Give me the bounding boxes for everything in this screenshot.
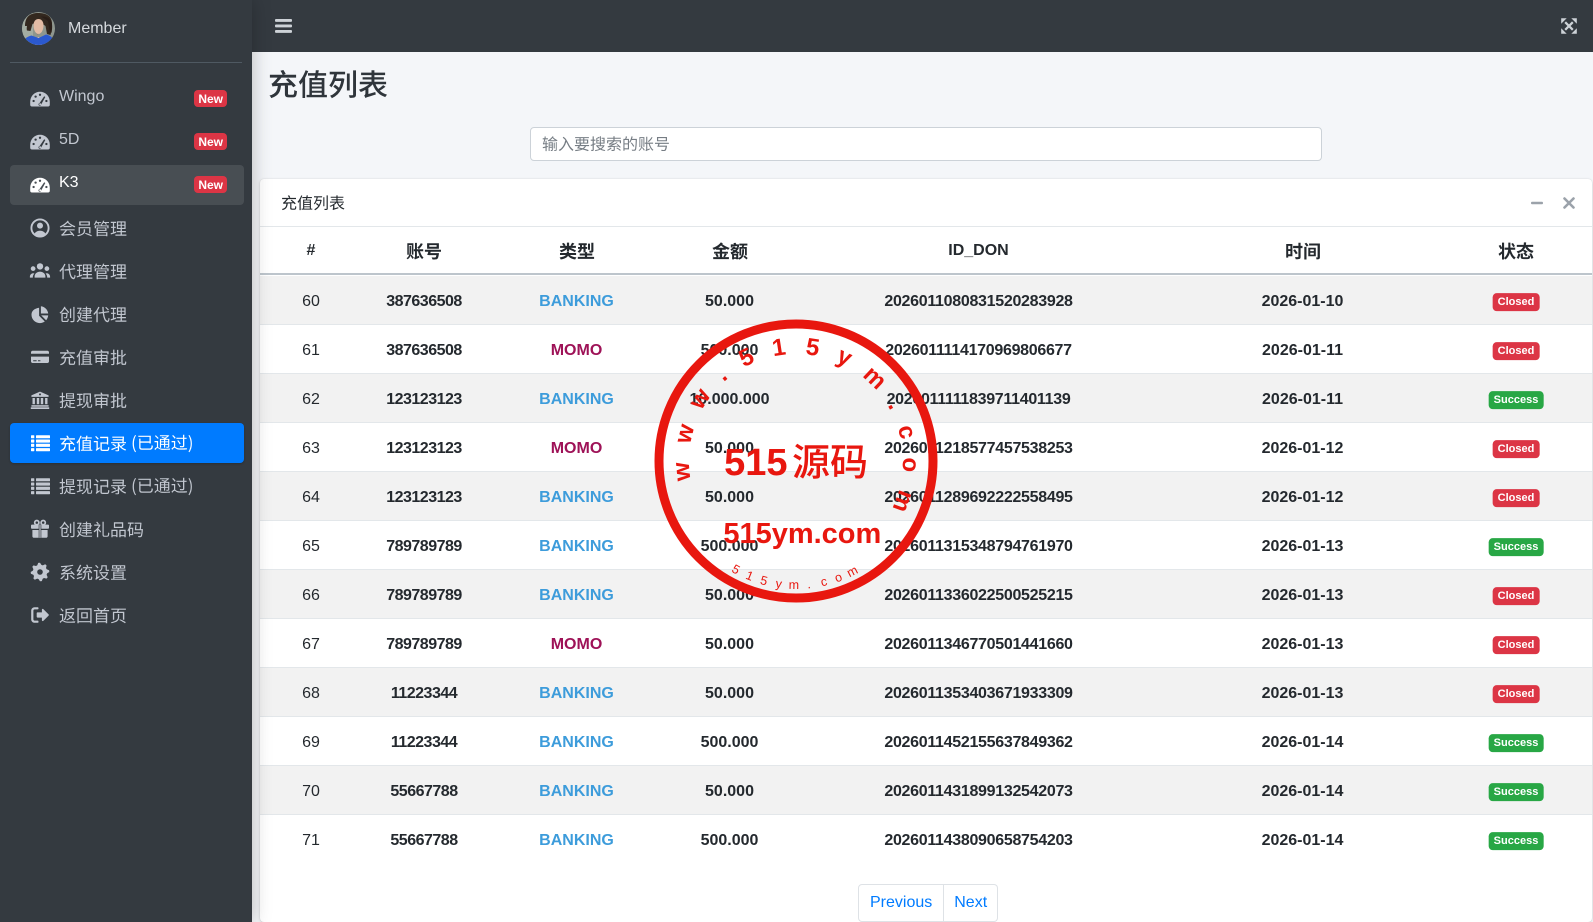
- svg-text:1: 1: [743, 568, 755, 584]
- svg-text:o: o: [896, 457, 923, 473]
- svg-text:m: m: [857, 360, 891, 394]
- svg-text:5: 5: [729, 561, 742, 577]
- svg-text:1: 1: [770, 333, 787, 362]
- svg-text:w: w: [667, 460, 696, 482]
- svg-text:y: y: [774, 576, 783, 591]
- svg-text:.: .: [882, 394, 909, 413]
- svg-text:m: m: [844, 562, 860, 579]
- svg-text:5: 5: [734, 342, 758, 372]
- svg-text:515ym.com: 515ym.com: [723, 518, 881, 550]
- svg-text:w: w: [682, 383, 716, 414]
- svg-text:c: c: [819, 574, 828, 589]
- svg-text:m: m: [886, 486, 919, 516]
- svg-text:5: 5: [758, 573, 768, 588]
- svg-text:c: c: [892, 422, 922, 442]
- svg-text:w: w: [669, 421, 700, 447]
- svg-text:m: m: [788, 577, 799, 591]
- svg-text:.: .: [709, 361, 732, 386]
- svg-text:.: .: [806, 577, 811, 591]
- svg-text:o: o: [832, 569, 843, 585]
- svg-text:515: 515: [724, 441, 787, 483]
- svg-text:y: y: [832, 342, 856, 372]
- svg-text:5: 5: [804, 333, 821, 362]
